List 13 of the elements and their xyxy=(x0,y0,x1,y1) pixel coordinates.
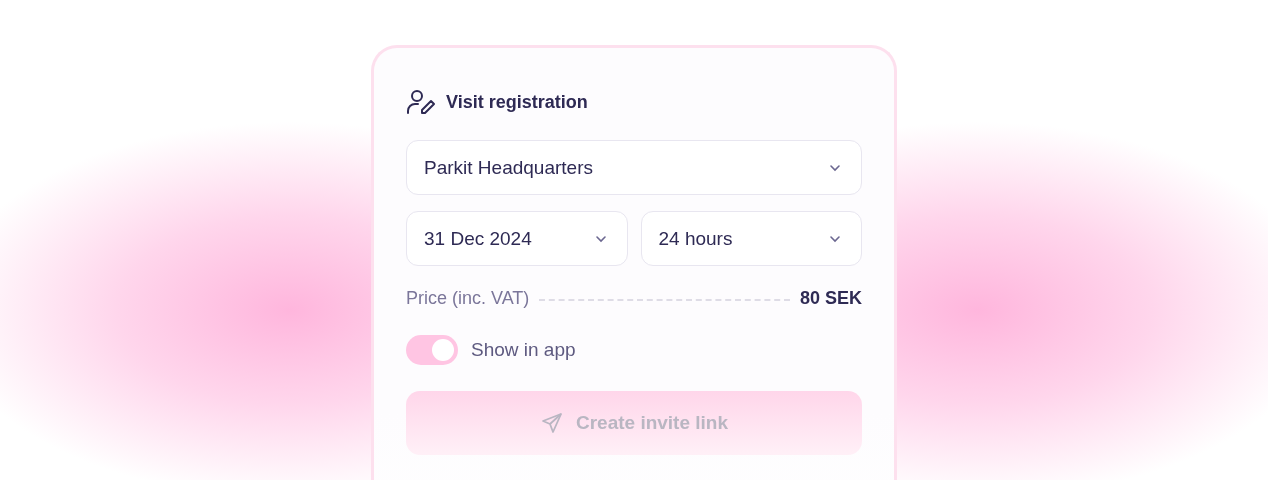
duration-select[interactable]: 24 hours xyxy=(640,211,862,266)
price-label: Price (inc. VAT) xyxy=(406,288,530,309)
date-select[interactable]: 31 Dec 2024 xyxy=(406,211,628,266)
send-icon xyxy=(539,411,564,435)
chevron-down-icon xyxy=(829,234,841,243)
chevron-down-icon xyxy=(829,163,841,172)
card-title: Visit registration xyxy=(446,91,588,113)
chevron-down-icon xyxy=(594,234,607,243)
toggle-label: Show in app xyxy=(471,339,576,361)
location-select[interactable]: Parkit Headquarters xyxy=(406,140,862,195)
toggle-switch[interactable] xyxy=(406,335,458,365)
user-edit-icon xyxy=(406,88,436,116)
price-value: 80 SEK xyxy=(799,288,862,309)
